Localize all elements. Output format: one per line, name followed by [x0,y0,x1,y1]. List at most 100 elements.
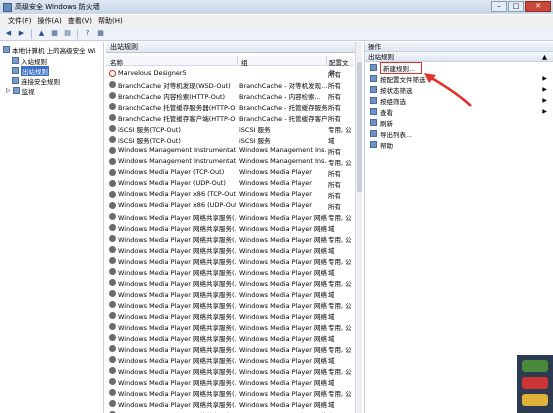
rule-profile: 域 [328,225,335,233]
column-divider[interactable] [237,56,238,66]
corner-logo [517,355,553,413]
expand-arrow-icon[interactable]: ▷ [6,87,11,94]
table-row[interactable]: Windows Media Player 网络共享服务(...Windows M… [106,310,354,321]
maximize-button[interactable]: □ [508,1,524,12]
rule-group: iSCSI 服务 [239,126,271,134]
help-icon[interactable]: ? [82,28,93,39]
rule-disabled-icon [109,235,116,242]
table-row[interactable]: Windows Media Player 网络共享服务(...Windows M… [106,244,354,255]
show-hide-tree-icon[interactable]: ▦ [49,28,60,39]
rule-disabled-icon [109,180,116,187]
rule-name: Windows Media Player 网络共享服务(... [118,313,236,321]
rule-disabled-icon [109,191,116,198]
rule-group: Windows Media Player 网络... [239,324,327,332]
rule-disabled-icon [109,345,116,352]
toolbar: ◀ ▶ ▲ ▦ ▤ ? ▦ [0,27,553,41]
table-row[interactable]: Windows Media Player 网络共享服务(...Windows M… [106,343,354,354]
table-row[interactable]: BranchCache 托管缓存客户端(HTTP-Out) BranchCache… [106,112,354,123]
show-action-pane-icon[interactable]: ▦ [95,28,106,39]
rule-group: BranchCache - 托管缓存服务... [239,104,327,112]
forward-icon[interactable]: ▶ [16,28,27,39]
up-icon[interactable]: ▲ [36,28,47,39]
table-row[interactable]: Windows Media Player 网络共享服务(...Windows M… [106,277,354,288]
rule-group: Windows Media Player 网络... [239,236,327,244]
column-header-name[interactable]: 名称 [110,57,123,67]
rule-group: BranchCache - 托管缓存客户... [239,115,327,123]
rule-group: Windows Media Player [239,168,312,176]
table-row[interactable]: Windows Management Instrumentati... Windo… [106,145,354,156]
table-row[interactable]: iSCSI 服务(TCP-Out) iSCSI 服务 域 [106,134,354,145]
action-help[interactable]: 帮助 [365,139,553,150]
table-row[interactable]: Windows Media Player x86 (UDP-Out) Window… [106,200,354,211]
table-row[interactable]: iSCSI 服务(TCP-Out) iSCSI 服务 专用, 公 [106,123,354,134]
table-row[interactable]: Windows Media Player 网络共享服务(...Windows M… [106,365,354,376]
tree-item-monitoring[interactable]: ▷ 监视 [6,86,35,96]
table-row[interactable]: Windows Media Player 网络共享服务(...Windows M… [106,332,354,343]
table-row[interactable]: Windows Media Player 网络共享服务(...Windows M… [106,387,354,398]
back-icon[interactable]: ◀ [3,28,14,39]
rule-profile: 专用, 公 [328,280,352,288]
rule-group: Windows Media Player 网络... [239,225,327,233]
collapse-caret-icon[interactable]: ▲ [542,52,547,62]
submenu-arrow-icon: ▶ [542,86,547,93]
rule-name: iSCSI 服务(TCP-Out) [118,137,181,145]
tree-item-connection-security[interactable]: 连接安全规则 [12,76,60,86]
table-row[interactable]: Windows Media Player 网络共享服务(...Windows M… [106,255,354,266]
scrollbar-thumb[interactable] [357,62,362,192]
rule-name: Windows Media Player 网络共享服务(... [118,269,236,277]
column-divider[interactable] [326,56,327,66]
tree-item-inbound-rules[interactable]: 入站规则 [12,56,47,66]
table-row[interactable]: Windows Media Player 网络共享服务(...Windows M… [106,233,354,244]
table-row[interactable]: Windows Media Player 网络共享服务(...Windows M… [106,376,354,387]
action-label: 刷新 [380,119,393,128]
rule-disabled-icon [109,136,116,143]
menu-help[interactable]: 帮助(H) [98,16,123,26]
column-header-group[interactable]: 组 [241,57,248,67]
new-rule-icon [370,64,377,71]
vertical-scrollbar[interactable] [355,42,362,413]
connection-security-icon [12,77,19,84]
rule-group: BranchCache - 内容检索... [239,93,321,101]
actions-section-header[interactable]: 出站规则 ▲ [365,52,553,62]
monitoring-icon [12,87,20,94]
rule-profile: 所有 [328,181,341,189]
toolbar-divider [77,28,78,39]
table-row[interactable]: Windows Media Player 网络共享服务(...Windows M… [106,354,354,365]
action-export-list[interactable]: 导出列表... [365,128,553,139]
table-row[interactable]: Windows Media Player 网络共享服务(...Windows M… [106,211,354,222]
rule-group: Windows Media Player 网络... [239,280,327,288]
tree-item-root[interactable]: 本地计算机 上的高级安全 Wi [3,45,96,55]
export-icon[interactable]: ▤ [62,28,73,39]
table-row[interactable]: BranchCache 托管缓存服务器(HTTP-Out) BranchCache… [106,101,354,112]
table-row[interactable]: Windows Media Player (UDP-Out) Windows Me… [106,178,354,189]
table-row[interactable]: Windows Media Player 网络共享服务(...Windows M… [106,266,354,277]
table-row[interactable]: Windows Media Player 网络共享服务(...Windows M… [106,288,354,299]
rule-disabled-icon [109,147,116,154]
minimize-button[interactable]: – [491,1,507,12]
table-row[interactable]: Windows Media Player 网络共享服务(...Windows M… [106,409,354,413]
tree-item-outbound-rules[interactable]: 出站规则 [12,65,49,76]
table-row[interactable]: Windows Media Player (TCP-Out) Windows Me… [106,167,354,178]
table-row[interactable]: Windows Media Player x86 (TCP-Out) Window… [106,189,354,200]
table-row[interactable]: Windows Management Instrumentati... Windo… [106,156,354,167]
action-refresh[interactable]: 刷新 [365,117,553,128]
rule-name: Windows Media Player (UDP-Out) [118,179,226,187]
table-row[interactable]: Marvelous Designer5 所有 [106,68,354,79]
rule-name: BranchCache 托管缓存客户端(HTTP-Out) [118,115,236,123]
table-row[interactable]: Windows Media Player 网络共享服务(...Windows M… [106,222,354,233]
column-header-row: 名称 组 配置文件 [106,56,354,77]
table-row[interactable]: BranchCache 对等机发现(WSD-Out) BranchCache - … [106,79,354,90]
rule-disabled-icon [109,158,116,165]
table-row[interactable]: BranchCache 内容检索(HTTP-Out) BranchCache - … [106,90,354,101]
rule-group: Windows Media Player 网络... [239,401,327,409]
table-row[interactable]: Windows Media Player 网络共享服务(...Windows M… [106,321,354,332]
menu-view[interactable]: 查看(V) [68,16,92,26]
rule-profile: 域 [328,357,335,365]
menu-file[interactable]: 文件(F) [8,16,32,26]
close-button[interactable]: ✕ [525,1,551,12]
table-row[interactable]: Windows Media Player 网络共享服务(...Windows M… [106,299,354,310]
table-row[interactable]: Windows Media Player 网络共享服务(...Windows M… [106,398,354,409]
menu-action[interactable]: 操作(A) [38,16,62,26]
rule-disabled-icon [109,367,116,374]
pane-header: 出站规则 [106,42,361,53]
